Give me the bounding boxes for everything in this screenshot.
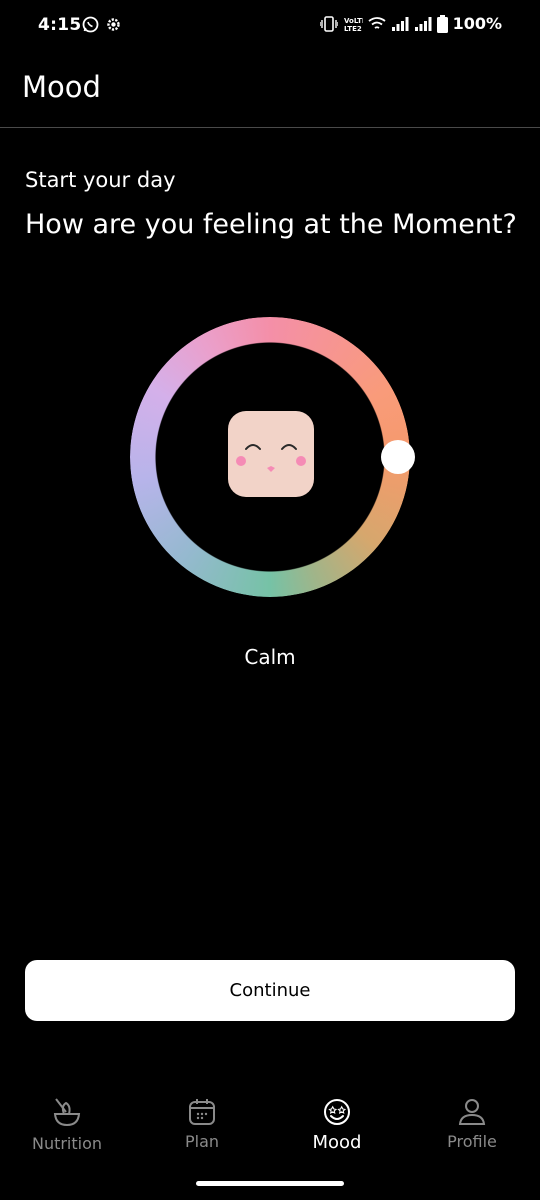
mood-screen: 4:15 VoLTE LTE2 [0, 0, 540, 1200]
settings-icon [107, 18, 120, 31]
svg-text:VoLTE: VoLTE [344, 17, 363, 25]
mood-question: How are you feeling at the Moment? [25, 209, 517, 240]
nav-label: Nutrition [31, 1134, 103, 1153]
nav-label: Plan [184, 1132, 220, 1151]
volte-icon: VoLTE LTE2 [344, 17, 363, 32]
home-indicator[interactable] [196, 1181, 344, 1186]
subtitle: Start your day [25, 168, 176, 192]
continue-button[interactable]: Continue [25, 960, 515, 1021]
nav-label: Profile [447, 1132, 497, 1151]
nav-label: Mood [312, 1132, 362, 1153]
vibrate-icon [319, 15, 338, 32]
wifi-icon [368, 16, 386, 29]
signal-icon [391, 16, 409, 31]
battery-icon [436, 14, 448, 33]
status-bar: 4:15 VoLTE LTE2 [0, 0, 540, 50]
nav-item-plan[interactable]: Plan [142, 1098, 262, 1151]
status-time: 4:15 [38, 15, 82, 35]
status-right: VoLTE LTE2 [319, 14, 502, 33]
mood-ring-selector[interactable] [130, 317, 415, 597]
selected-mood-label: Calm [244, 645, 296, 669]
nav-item-profile[interactable]: Profile [412, 1098, 532, 1151]
signal-icon [414, 16, 432, 31]
svg-text:LTE2: LTE2 [344, 25, 362, 32]
page-title: Mood [22, 70, 101, 104]
app-bar: Mood [0, 50, 540, 128]
mood-face-icon [228, 411, 314, 497]
person-icon [458, 1099, 486, 1125]
smiley-icon [324, 1099, 350, 1125]
nav-item-nutrition[interactable]: Nutrition [7, 1096, 127, 1153]
nav-item-mood[interactable]: Mood [277, 1098, 397, 1153]
bowl-icon [53, 1098, 81, 1127]
battery-percent: 100% [452, 14, 502, 33]
status-left-icons [82, 16, 122, 33]
bottom-nav: Nutrition Plan Mood Profile [0, 1090, 540, 1170]
calendar-icon [189, 1099, 215, 1125]
whatsapp-icon [82, 16, 99, 33]
mood-slider-handle[interactable] [381, 440, 415, 474]
